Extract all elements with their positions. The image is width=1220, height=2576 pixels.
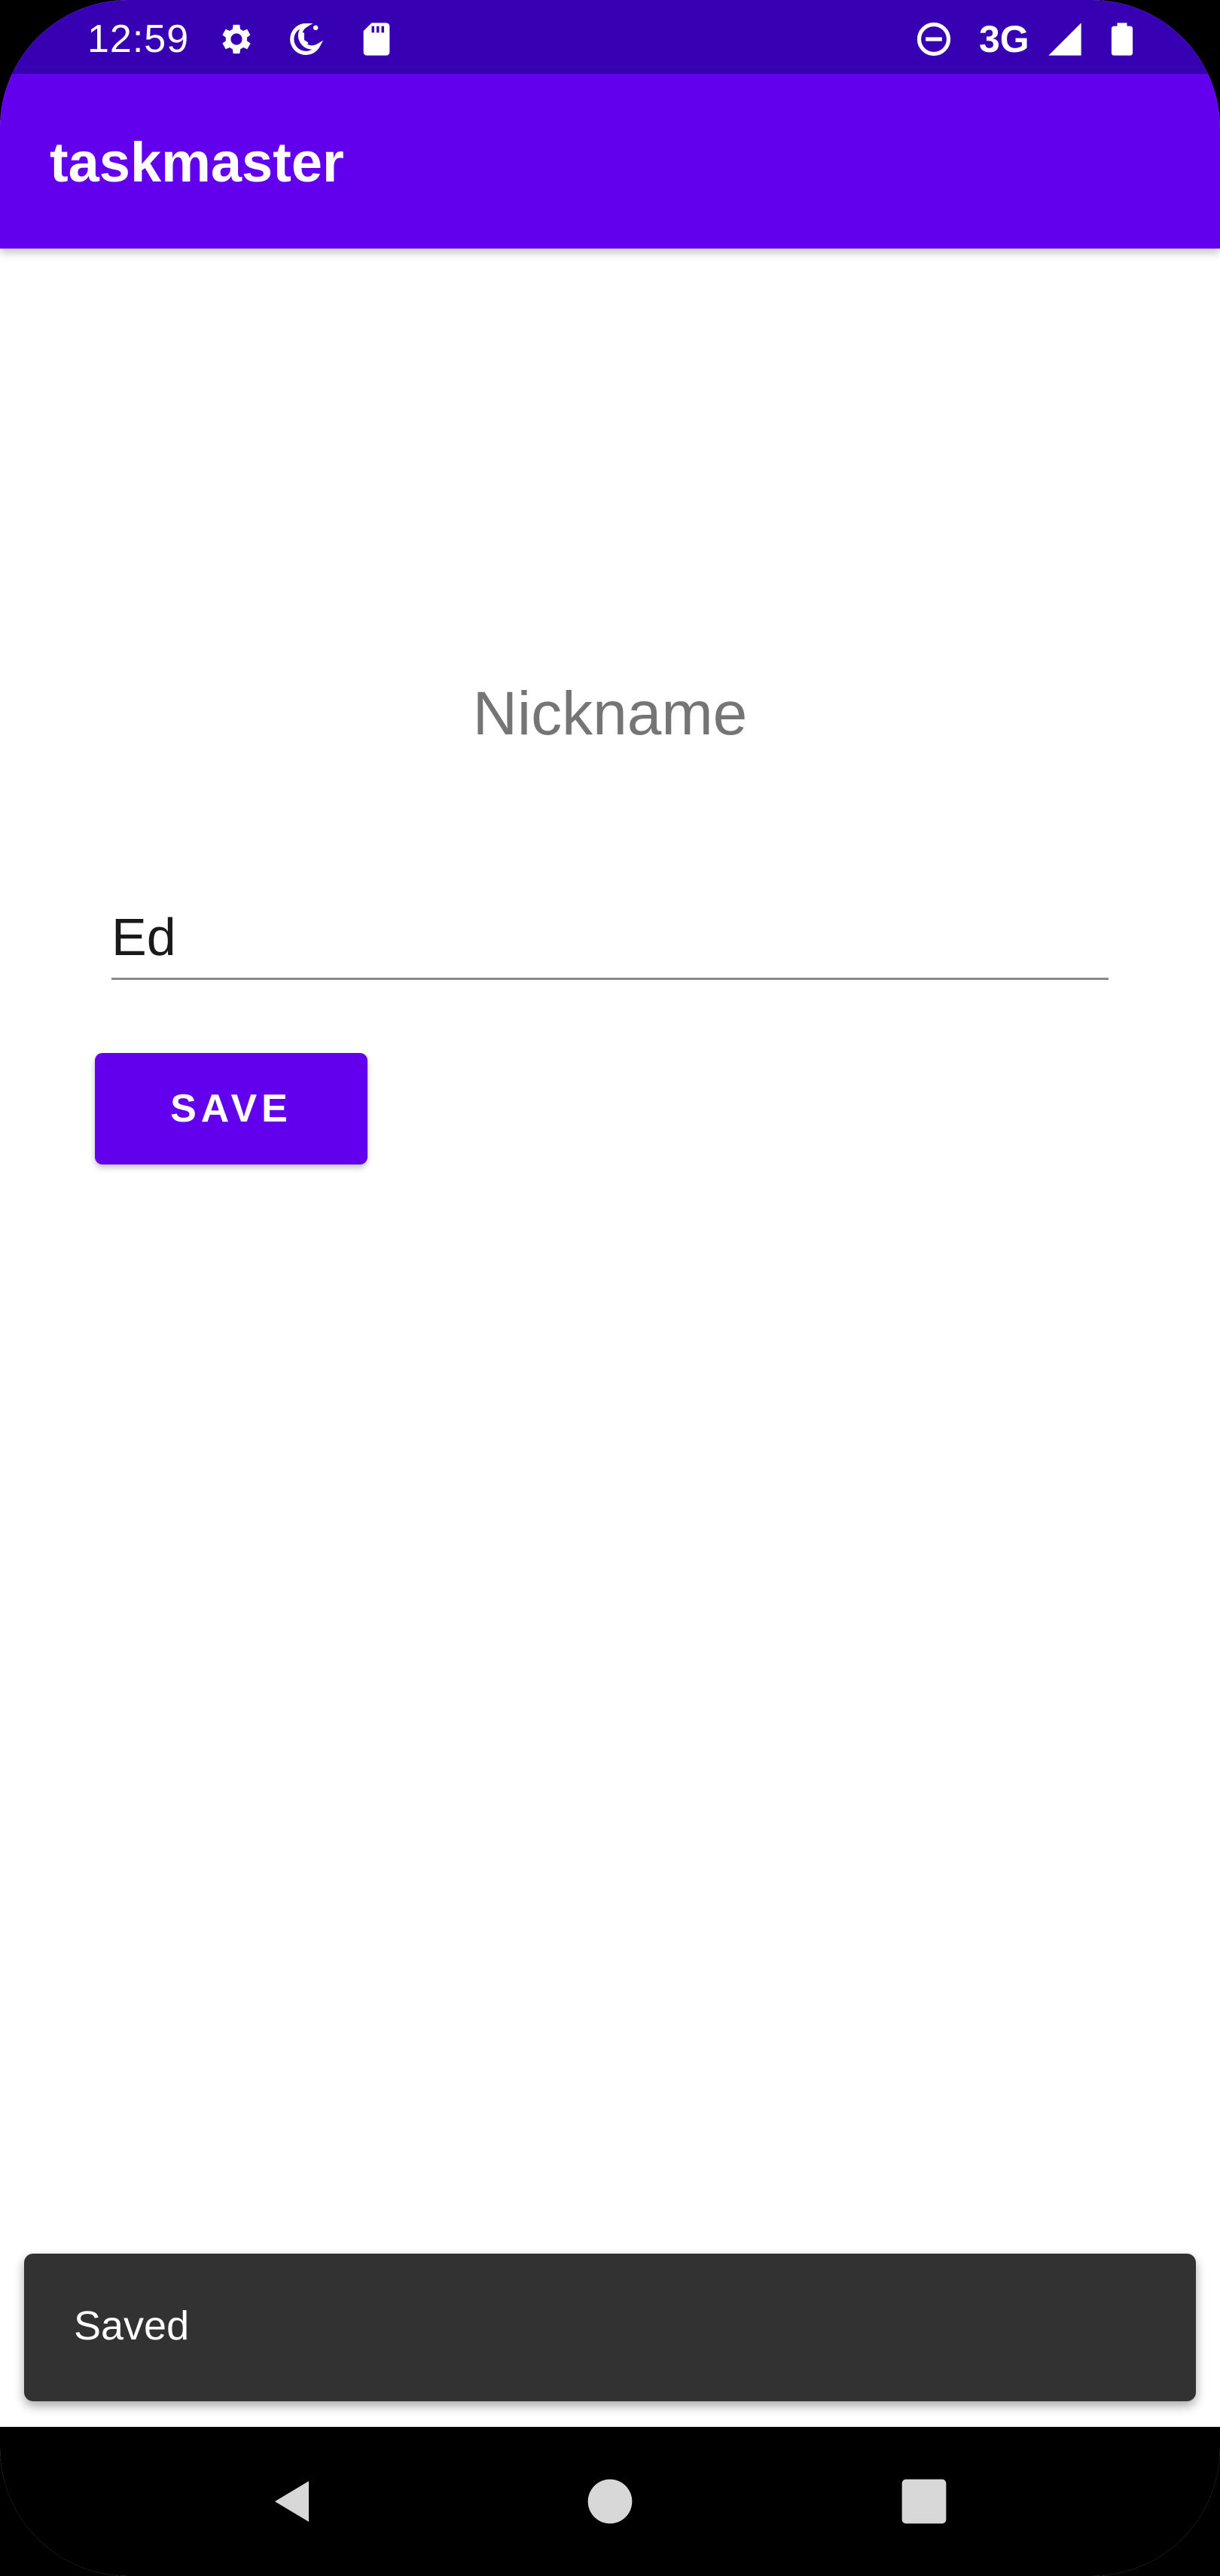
home-icon bbox=[587, 2479, 633, 2524]
app-bar: taskmaster bbox=[0, 74, 1220, 249]
battery-icon bbox=[1111, 23, 1133, 56]
app-title: taskmaster bbox=[50, 131, 344, 194]
recents-button[interactable] bbox=[883, 2460, 965, 2543]
sd-card-icon bbox=[363, 23, 390, 56]
dnd-icon bbox=[917, 22, 951, 56]
nav-bar bbox=[0, 2427, 1220, 2576]
signal-icon bbox=[1048, 23, 1081, 56]
phone-screen: 12:59 3G taskmaster Nickname Ed SAVE Sav… bbox=[0, 0, 1220, 2576]
gear-icon bbox=[222, 24, 251, 54]
network-type: 3G bbox=[979, 18, 1029, 60]
save-button[interactable]: SAVE bbox=[95, 1053, 368, 1164]
back-button[interactable] bbox=[252, 2460, 334, 2543]
status-time: 12:59 bbox=[87, 17, 190, 61]
back-icon bbox=[275, 2481, 309, 2522]
status-bar: 12:59 3G bbox=[0, 0, 1220, 74]
home-button[interactable] bbox=[569, 2460, 651, 2543]
nickname-input[interactable] bbox=[111, 896, 1109, 980]
snackbar-message: Saved bbox=[74, 2303, 190, 2349]
recents-icon bbox=[901, 2479, 947, 2524]
moon-clock-icon bbox=[290, 23, 324, 55]
nickname-label: Nickname bbox=[472, 679, 748, 748]
snackbar: Saved bbox=[24, 2254, 1196, 2401]
